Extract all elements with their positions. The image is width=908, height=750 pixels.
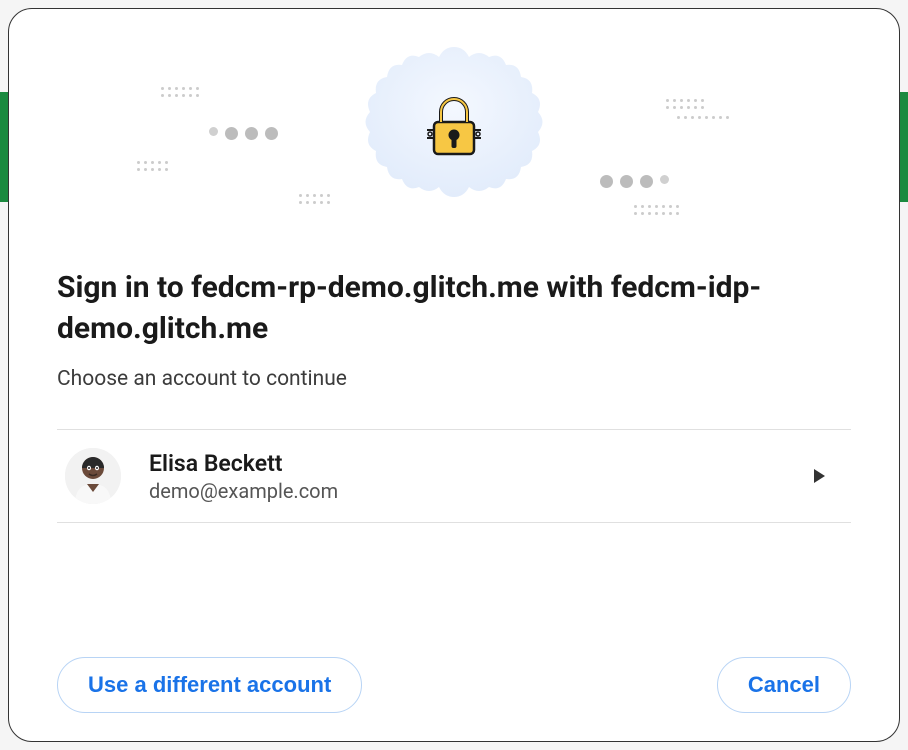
- cancel-button[interactable]: Cancel: [717, 657, 851, 713]
- decorative-dots: [600, 175, 669, 188]
- hero-illustration: [9, 9, 899, 244]
- account-email: demo@example.com: [149, 479, 814, 503]
- decorative-dots: [137, 161, 168, 171]
- lock-badge: [364, 37, 544, 217]
- account-list: Elisa Beckett demo@example.com: [57, 429, 851, 523]
- account-info: Elisa Beckett demo@example.com: [149, 450, 814, 503]
- decorative-dots: [666, 99, 704, 109]
- lock-icon: [419, 92, 489, 162]
- dialog-content: Sign in to fedcm-rp-demo.glitch.me with …: [9, 244, 899, 741]
- chevron-right-icon: [814, 469, 825, 483]
- dialog-button-row: Use a different account Cancel: [57, 657, 851, 741]
- dialog-subtitle: Choose an account to continue: [57, 367, 851, 391]
- dialog-title: Sign in to fedcm-rp-demo.glitch.me with …: [57, 268, 851, 349]
- account-name: Elisa Beckett: [149, 450, 814, 477]
- signin-dialog: Sign in to fedcm-rp-demo.glitch.me with …: [8, 8, 900, 742]
- decorative-dots: [299, 194, 330, 204]
- account-row[interactable]: Elisa Beckett demo@example.com: [57, 430, 851, 523]
- avatar: [65, 448, 121, 504]
- decorative-dots: [677, 116, 729, 119]
- use-different-account-button[interactable]: Use a different account: [57, 657, 362, 713]
- decorative-dots: [161, 87, 199, 97]
- decorative-dots: [634, 205, 679, 215]
- decorative-dots: [209, 127, 278, 140]
